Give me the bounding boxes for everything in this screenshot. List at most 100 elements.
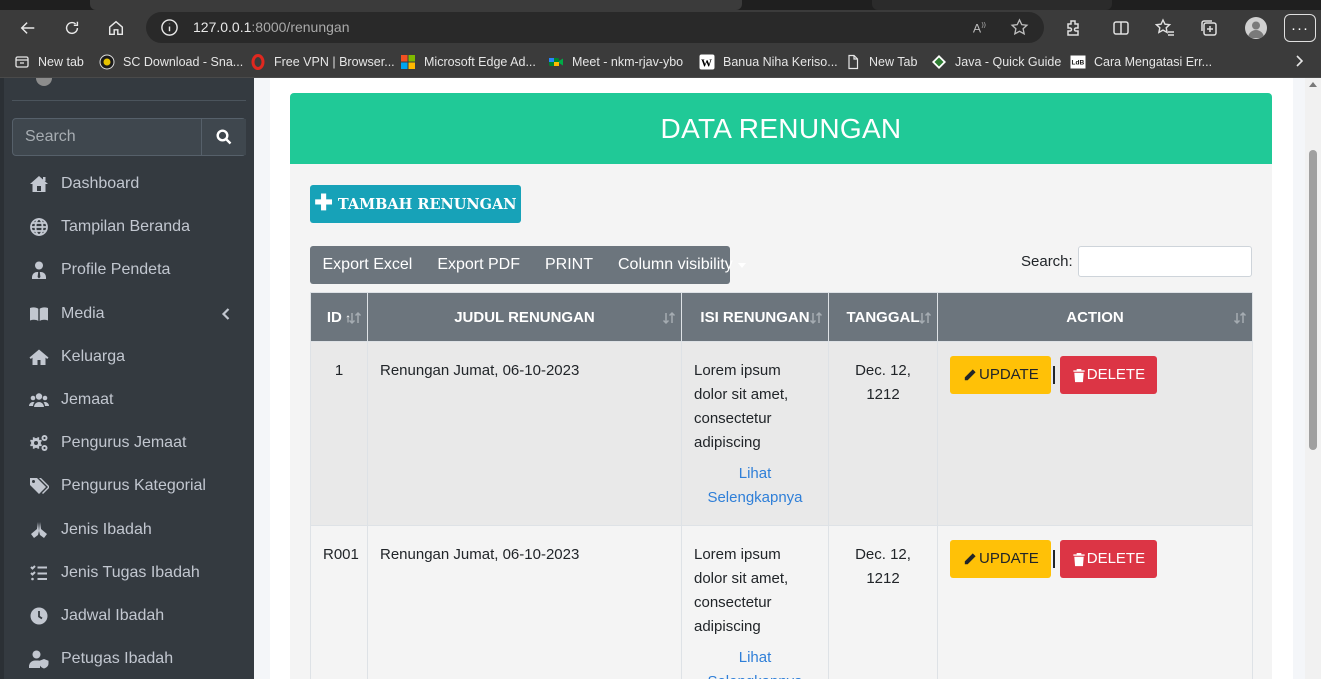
pencil-icon (964, 552, 976, 564)
cell-action: UPDATE DELETE (937, 525, 1253, 679)
column-header-isi[interactable]: ISI RENUNGAN (681, 292, 829, 342)
sidebar-item-keluarga[interactable]: Keluarga (28, 345, 246, 369)
page-title: DATA RENUNGAN (290, 93, 1272, 164)
site-info-icon[interactable] (160, 18, 179, 37)
column-header-action[interactable]: ACTION (937, 292, 1253, 342)
split-screen-icon[interactable] (1111, 18, 1131, 38)
sidebar-item-jadwal-ibadah[interactable]: Jadwal Ibadah (28, 604, 246, 628)
bookmark-free-vpn[interactable]: Free VPN | Browser... (250, 53, 395, 71)
address-bar[interactable]: 127.0.0.1:8000/renungan A)) (146, 12, 1044, 43)
sidebar-item-pengurus-jemaat[interactable]: Pengurus Jemaat (28, 431, 246, 455)
back-icon[interactable] (13, 13, 43, 43)
update-button[interactable]: UPDATE (950, 356, 1051, 394)
scroll-up-icon[interactable] (1309, 82, 1317, 87)
bookmark-java-guide[interactable]: Java - Quick Guide (931, 53, 1061, 71)
brand-logo[interactable] (36, 78, 52, 86)
delete-button[interactable]: DELETE (1059, 540, 1158, 578)
settings-more-button[interactable]: ··· (1284, 14, 1316, 42)
bookmark-label: Cara Mengatasi Err... (1094, 55, 1213, 69)
table-search-input[interactable] (1078, 246, 1252, 277)
sidebar-item-jenis-tugas-ibadah[interactable]: Jenis Tugas Ibadah (28, 561, 246, 585)
print-button[interactable]: PRINT (533, 246, 606, 284)
tasks-icon (28, 562, 50, 584)
column-visibility-label: Column visibility (618, 256, 733, 273)
sidebar-item-tampilan-beranda[interactable]: Tampilan Beranda (28, 215, 246, 239)
inactive-tab[interactable] (872, 0, 1112, 10)
sidebar-search-input[interactable] (13, 119, 201, 155)
cogs-icon (28, 432, 50, 454)
sidebar-item-label: Pengurus Kategorial (61, 477, 206, 494)
active-tab[interactable] (90, 0, 742, 10)
user-tie-icon (28, 259, 50, 281)
read-aloud-icon[interactable]: A)) (971, 18, 990, 37)
pencil-icon (964, 368, 976, 380)
table-header-row: ID ↑ JUDUL RENUNGAN ISI RENUNGAN TANGGAL… (310, 292, 1253, 342)
bookmark-banua-niha[interactable]: W Banua Niha Keriso... (699, 53, 838, 71)
sidebar-item-petugas-ibadah[interactable]: Petugas Ibadah (28, 647, 246, 671)
favorite-star-icon[interactable] (1010, 18, 1029, 37)
microsoft-icon (400, 54, 416, 70)
refresh-icon[interactable] (57, 13, 87, 43)
column-header-id[interactable]: ID ↑ (310, 292, 368, 342)
renungan-table: ID ↑ JUDUL RENUNGAN ISI RENUNGAN TANGGAL… (310, 292, 1253, 679)
address-url[interactable]: 127.0.0.1:8000/renungan (193, 19, 349, 35)
page-icon (845, 54, 861, 70)
vpn-icon (250, 54, 266, 70)
sidebar-item-jemaat[interactable]: Jemaat (28, 388, 246, 412)
chevron-right-icon[interactable] (1291, 53, 1307, 69)
wikipedia-icon: W (699, 54, 715, 70)
collections-icon[interactable] (1199, 18, 1219, 38)
scrollbar-thumb[interactable] (1309, 150, 1317, 450)
isi-text: Lorem ipsum dolor sit amet, consectetur … (694, 362, 789, 451)
bookmark-label: Meet - nkm-rjav-ybo (572, 55, 684, 69)
url-host: 127.0.0.1 (193, 19, 252, 35)
column-header-tanggal[interactable]: TANGGAL (828, 292, 938, 342)
home-browser-icon[interactable] (101, 13, 131, 43)
meet-icon (548, 54, 564, 70)
home-icon (28, 346, 50, 368)
sidebar-item-label: Petugas Ibadah (61, 650, 174, 667)
user-shield-icon (28, 648, 50, 670)
favorites-icon[interactable] (1154, 18, 1175, 38)
sidebar-item-pengurus-kategorial[interactable]: Pengurus Kategorial (28, 474, 246, 498)
bookmark-microsoft-edge[interactable]: Microsoft Edge Ad... (400, 53, 536, 71)
sidebar-item-label: Profile Pendeta (61, 261, 171, 278)
bookmark-new-tab[interactable]: New tab (14, 53, 84, 71)
profile-avatar-icon[interactable] (1245, 17, 1267, 39)
cell-id: 1 (310, 341, 368, 526)
sort-icon (662, 311, 676, 325)
sidebar-item-profile-pendeta[interactable]: Profile Pendeta (28, 258, 246, 282)
bookmark-sc-download[interactable]: SC Download - Sna... (99, 53, 243, 71)
update-label: UPDATE (979, 366, 1039, 383)
update-label: UPDATE (979, 550, 1039, 567)
delete-label: DELETE (1086, 366, 1146, 383)
sidebar-item-label: Dashboard (61, 175, 140, 192)
lihat-selengkapnya-link[interactable]: Lihat Selengkapnya (694, 462, 816, 510)
sidebar-item-media[interactable]: Media (28, 302, 246, 326)
extensions-icon[interactable] (1063, 18, 1083, 38)
bookmark-cara-mengatasi[interactable]: LdB Cara Mengatasi Err... (1070, 53, 1212, 71)
export-pdf-button[interactable]: Export PDF (425, 246, 533, 284)
export-excel-button[interactable]: Export Excel (310, 246, 425, 284)
page-viewport: Dashboard Tampilan Beranda Profile Pende… (0, 78, 1321, 679)
update-button[interactable]: UPDATE (950, 540, 1051, 578)
svg-text:)): )) (981, 22, 985, 29)
delete-button[interactable]: DELETE (1059, 356, 1158, 394)
add-renungan-button[interactable]: ✚ TAMBAH RENUNGAN (310, 185, 521, 223)
sidebar-item-dashboard[interactable]: Dashboard (28, 172, 246, 196)
search-button[interactable] (201, 119, 246, 155)
lihat-selengkapnya-link[interactable]: Lihat Selengkapnya (694, 646, 816, 679)
bookmark-meet[interactable]: Meet - nkm-rjav-ybo (548, 53, 683, 71)
column-visibility-button[interactable]: Column visibility (606, 246, 759, 284)
bookmark-label: SC Download - Sna... (123, 55, 244, 69)
sidebar-item-jenis-ibadah[interactable]: Jenis Ibadah (28, 518, 246, 542)
table-row: R001 Renungan Jumat, 06-10-2023 Lorem ip… (310, 525, 1253, 679)
column-header-judul[interactable]: JUDUL RENUNGAN (367, 292, 682, 342)
sidebar-search (12, 118, 246, 156)
page-scrollbar[interactable] (1305, 78, 1321, 679)
browser-tab-strip (0, 0, 1321, 10)
svg-text:W: W (701, 58, 712, 70)
bookmark-new-tab-2[interactable]: New Tab (845, 53, 917, 71)
sitelogo-icon: LdB (1070, 54, 1086, 70)
trash-icon (1073, 368, 1085, 382)
